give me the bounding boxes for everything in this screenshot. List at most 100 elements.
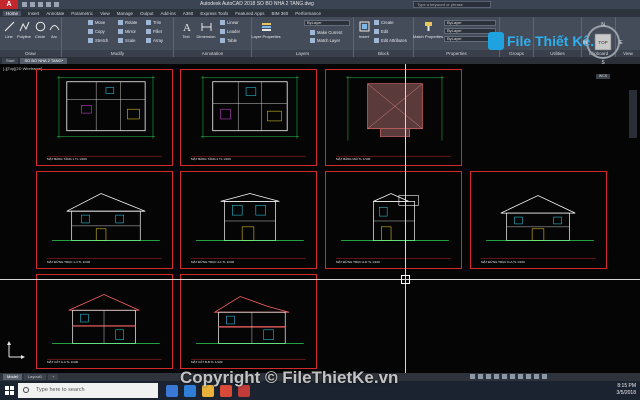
mirror-button[interactable]: Mirror [118,28,136,35]
undo-icon[interactable] [46,2,51,7]
open-icon[interactable] [30,2,35,7]
create-block-button[interactable]: Create [374,19,394,26]
polar-toggle-icon[interactable] [494,374,499,379]
polyline-button[interactable]: Polyline [16,19,32,47]
tab-manage[interactable]: Manage [117,11,133,16]
line-button[interactable]: Line [1,19,17,47]
stretch-button[interactable]: Stretch [88,37,108,44]
block-panel: Insert Create Edit Edit Attributes Block [354,17,414,57]
sheet-elevation-3[interactable]: MẶT ĐỨNG TRỤC A-D TL 1/100 [325,171,462,269]
windows-start-button[interactable] [0,381,18,400]
edit-attributes-button[interactable]: Edit Attributes [374,37,407,44]
array-button[interactable]: Array [146,37,163,44]
wcs-menu-button[interactable]: WCS [596,74,610,79]
create-block-icon [374,20,379,25]
cursor-pickbox [401,275,410,284]
arc-icon [49,25,59,31]
sheet-roof-plan[interactable]: MẶT BẰNG MÁI TL 1/100 [325,69,462,166]
linear-icon [220,20,225,25]
lineweight-toggle-icon[interactable] [510,374,515,379]
osnap-toggle-icon[interactable] [502,374,507,379]
match-layer-button[interactable]: Match Layer [310,37,340,44]
tab-annotate[interactable]: Annotate [46,11,64,16]
dimension-button[interactable]: Dimension [197,19,215,47]
match-properties-icon [424,22,432,31]
ortho-toggle-icon[interactable] [486,374,491,379]
doc-tab-drawing[interactable]: SO BO NHA 2 TANG* [20,57,68,64]
modify-panel: Move Rotate Trim Copy Mirror Fillet Stre… [62,17,174,57]
sheet-section-a[interactable]: MẶT CẮT A-A TL 1/100 [36,274,173,369]
grid-toggle-icon[interactable] [470,374,475,379]
tab-parametric[interactable]: Parametric [71,11,93,16]
autocad-logo-icon[interactable]: A [0,0,18,9]
tab-a360[interactable]: A360 [183,11,194,16]
tab-insert[interactable]: Insert [28,11,39,16]
taskbar-search-input[interactable]: Type here to search [18,383,158,398]
make-current-button[interactable]: Make Current [310,29,342,36]
elevation-drawing [481,195,596,259]
quick-access-toolbar [18,2,59,7]
edit-block-button[interactable]: Edit [374,28,388,35]
doc-tab-start[interactable]: Start [2,57,19,64]
sheet-elevation-4[interactable]: MẶT ĐỨNG TRỤC D-A TL 1/100 [470,171,607,269]
drawing-canvas[interactable]: [-][Top][2D Wireframe] MẶT BẰNG TẦNG 1 T… [0,64,640,373]
sheet-section-b[interactable]: MẶT CẮT B-B TL 1/100 [180,274,317,369]
layer-properties-button[interactable]: Layer Properties [251,19,281,47]
task-view-icon[interactable] [166,384,178,397]
sheet-elevation-1[interactable]: MẶT ĐỨNG TRỤC 1-4 TL 1/100 [36,171,173,269]
annotation-scale-icon[interactable] [518,374,523,379]
workspace-gear-icon[interactable] [526,374,531,379]
tab-layout1[interactable]: Layout1 [23,374,47,380]
modify-panel-title: Modify [62,50,173,57]
navigation-bar[interactable] [629,90,637,138]
layers-panel-title: Layers [252,50,353,57]
tab-home[interactable]: Home [3,10,22,16]
snap-toggle-icon[interactable] [478,374,483,379]
redo-icon[interactable] [54,2,59,7]
draw-panel-title: Draw [0,50,61,57]
arc-button[interactable]: Arc [46,19,62,47]
tab-bim-360[interactable]: BIM 360 [272,11,289,16]
customize-menu-icon[interactable] [542,374,547,379]
tab-view[interactable]: View [100,11,110,16]
scale-button[interactable]: Scale [118,37,135,44]
compass-south[interactable]: S [601,60,605,66]
tab-output[interactable]: Output [140,11,154,16]
save-icon[interactable] [38,2,43,7]
dimension-icon [201,23,211,31]
ucs-icon[interactable] [6,340,26,360]
rotate-button[interactable]: Rotate [118,19,137,26]
sheet-floor-plan-2[interactable]: MẶT BẰNG TẦNG 2 TL 1/100 [180,69,317,166]
tab-express-tools[interactable]: Express Tools [200,11,228,16]
tab-performance[interactable]: Performance [295,11,321,16]
new-icon[interactable] [22,2,27,7]
linear-button[interactable]: Linear [220,19,239,26]
trim-button[interactable]: Trim [146,19,161,26]
copy-button[interactable]: Copy [88,28,105,35]
color-dropdown[interactable]: ByLayer [444,20,496,26]
compass-north[interactable]: N [601,22,605,28]
system-tray-clock[interactable]: 8:15 PM 3/5/2018 [617,383,636,397]
insert-button[interactable]: Insert [356,19,372,47]
sheet-elevation-2[interactable]: MẶT ĐỨNG TRỤC 4-1 TL 1/100 [180,171,317,269]
compass-west[interactable]: W [583,40,588,46]
add-layout-button[interactable]: + [48,374,59,380]
fullscreen-icon[interactable] [534,374,539,379]
fillet-button[interactable]: Fillet [146,28,162,35]
leader-button[interactable]: Leader [220,28,240,35]
viewcube[interactable]: TOP N S E W [583,22,623,66]
tab-add-ins[interactable]: Add-ins [161,11,176,16]
help-search-input[interactable]: Type a keyword or phrase [413,1,491,8]
tab-featured-apps[interactable]: Featured Apps [235,11,264,16]
move-button[interactable]: Move [88,19,105,26]
table-button[interactable]: Table [220,37,237,44]
match-properties-button[interactable]: Match Properties [413,19,443,47]
layer-dropdown[interactable]: ByLayer [304,20,350,26]
text-button[interactable]: A Text [178,19,194,47]
roof-plan-drawing [336,75,451,157]
compass-east[interactable]: E [619,40,623,46]
sheet-floor-plan-1[interactable]: MẶT BẰNG TẦNG 1 TL 1/100 [36,69,173,166]
viewcube-top-face[interactable]: TOP [598,40,607,45]
tab-model[interactable]: Model [3,374,22,380]
stretch-icon [88,38,93,43]
